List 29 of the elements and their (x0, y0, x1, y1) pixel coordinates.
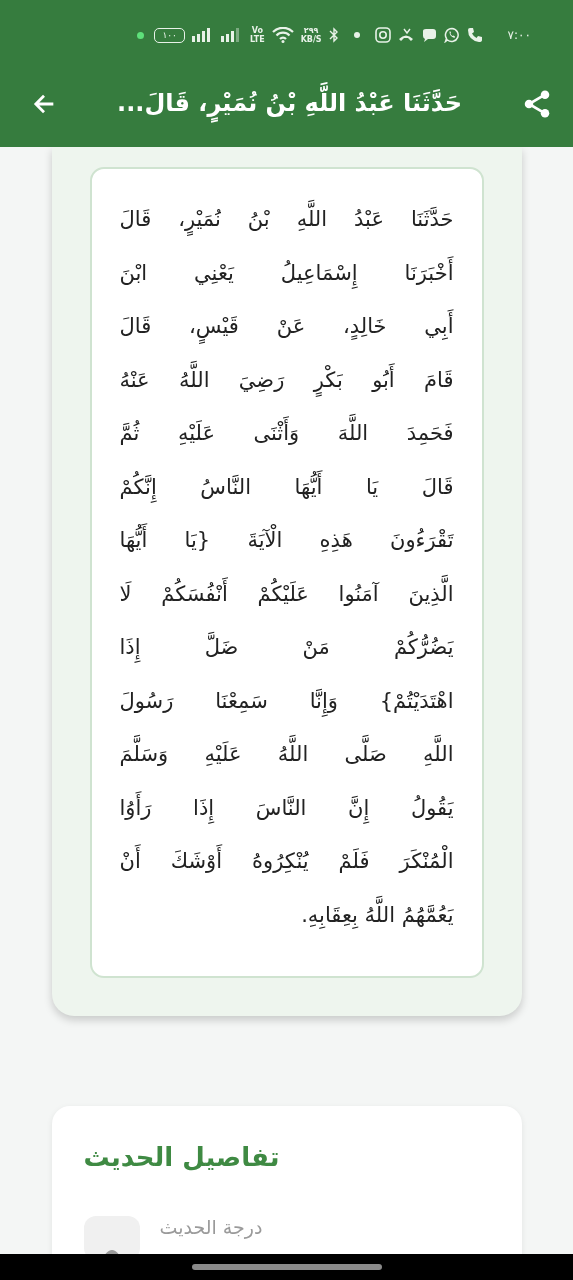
gesture-handle[interactable] (191, 1264, 382, 1270)
hadith-line: قَالَ يَا أَيُّهَا النَّاسُ إِنَّكُمْ (119, 460, 454, 514)
hadith-line: تَقْرَءُونَ هَذِهِ الْآيَةَ {يَا أَيُّهَا (119, 514, 454, 568)
app-bar-title: حَدَّثَنَا عَبْدُ اللَّهِ بْنُ نُمَيْرٍ، قَالَ... (113, 77, 466, 130)
section-title: تفاصيل الحديث (83, 1142, 281, 1172)
hadith-line: يَضُرُّكُمْ مَنْ ضَلَّ إِذَا (119, 621, 454, 675)
hadith-line: حَدَّثَنَا عَبْدُ اللَّهِ بْنُ نُمَيْرٍ، قَالَ (119, 193, 454, 247)
chat-icon (420, 27, 437, 43)
clock: ٧:٠٠ (507, 28, 531, 42)
hadith-line: أَبِي خَالِدٍ، عَنْ قَيْسٍ، قَالَ (119, 300, 454, 354)
hadith-line: يَعُمَّهُمُ اللَّهُ بِعِقَابِهِ. (119, 888, 454, 942)
hadith-line: الَّذِينَ آمَنُوا عَلَيْكُمْ أَنْفُسَكُمْ لَا (119, 567, 454, 621)
notification-dot (353, 32, 360, 38)
camera-icon (374, 27, 391, 43)
phone-icon (466, 27, 483, 43)
hadith-line: الْمُنْكَرَ فَلَمْ يُنْكِرُوهُ أَوْشَكَ أَنْ (119, 835, 454, 889)
whatsapp-icon (443, 27, 460, 43)
bluetooth-icon (328, 27, 339, 43)
hadith-line: اللَّهِ صَلَّى اللَّهُ عَلَيْهِ وَسَلَّمَ (119, 728, 454, 782)
hadith-line: فَحَمِدَ اللَّهَ وَأَثْنَى عَلَيْهِ ثُمَّ (119, 407, 454, 461)
hadith-line: يَقُولُ إِنَّ النَّاسَ إِذَا رَأَوُا (119, 781, 454, 835)
hadith-line: اهْتَدَيْتُمْ} وَإِنَّا سَمِعْنَا رَسُولَ (119, 674, 454, 728)
notification-dot (137, 31, 145, 39)
battery-indicator: ١٠٠ (154, 27, 185, 43)
hadith-line: قَامَ أَبُو بَكْرٍ رَضِيَ اللَّهُ عَنْهُ (119, 353, 454, 407)
volte-indicator: Vo LTE (249, 26, 265, 44)
hadith-line: أَخْبَرَنَا إِسْمَاعِيلُ يَعْنِي ابْنَ (119, 246, 454, 300)
wifi-icon (271, 27, 294, 43)
detail-label: درجة الحديث (159, 1216, 263, 1238)
